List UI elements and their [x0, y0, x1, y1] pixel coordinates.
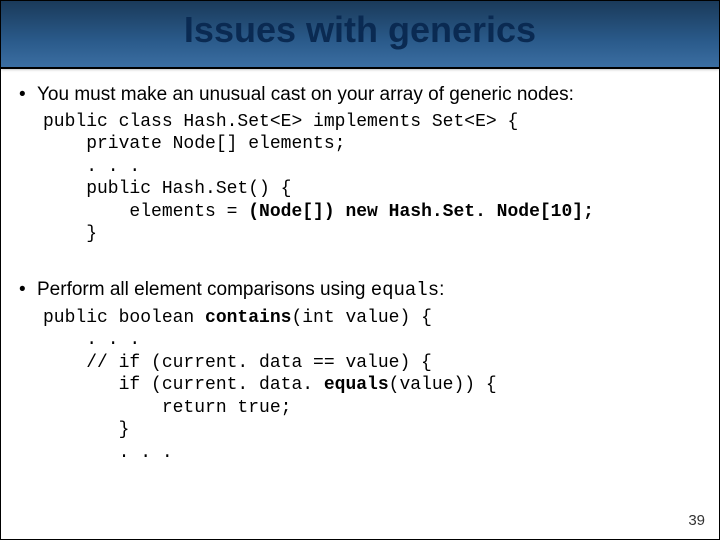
code2-l4-pre: if (current. data.	[43, 375, 313, 395]
code2-l7: . . .	[43, 443, 173, 463]
page-number: 39	[688, 512, 705, 529]
code2-l4-bold: equals	[313, 375, 389, 395]
code2-l2: . . .	[43, 330, 140, 350]
code1-l1: public class Hash.Set<E> implements Set<…	[43, 112, 518, 132]
bullet-2-prefix: Perform all element comparisons using	[37, 279, 371, 300]
bullet-list-2: Perform all element comparisons using eq…	[19, 278, 701, 464]
code1-l5-pre: elements =	[43, 202, 248, 222]
bullet-2: Perform all element comparisons using eq…	[19, 278, 701, 464]
slide: Issues with generics You must make an un…	[0, 0, 720, 540]
bullet-1: You must make an unusual cast on your ar…	[19, 83, 701, 246]
code1-l4: public Hash.Set() {	[43, 179, 291, 199]
title-separator	[1, 67, 719, 69]
code1-l2: private Node[] elements;	[43, 134, 345, 154]
bullet-list: You must make an unusual cast on your ar…	[19, 83, 701, 246]
code2-l5: return true;	[43, 398, 291, 418]
code2-l1-bold: contains	[205, 308, 291, 328]
slide-body: You must make an unusual cast on your ar…	[19, 83, 701, 468]
code2-l4-post: (value)) {	[389, 375, 497, 395]
slide-title: Issues with generics	[1, 9, 719, 51]
code1-l6: }	[43, 224, 97, 244]
code2-l6: }	[43, 420, 129, 440]
bullet-2-code: equals	[371, 279, 439, 301]
code2-l1-pre: public boolean	[43, 308, 205, 328]
code2-l3: // if (current. data == value) {	[43, 353, 432, 373]
code1-l3: . . .	[43, 157, 140, 177]
bullet-1-text: You must make an unusual cast on your ar…	[37, 84, 574, 105]
code-block-1: public class Hash.Set<E> implements Set<…	[43, 111, 701, 246]
code2-l1-post: (int value) {	[291, 308, 431, 328]
spacer	[19, 250, 701, 278]
bullet-2-suffix: :	[439, 279, 444, 300]
code-block-2: public boolean contains(int value) { . .…	[43, 307, 701, 465]
code1-l5-bold: (Node[]) new Hash.Set. Node[10];	[248, 202, 594, 222]
